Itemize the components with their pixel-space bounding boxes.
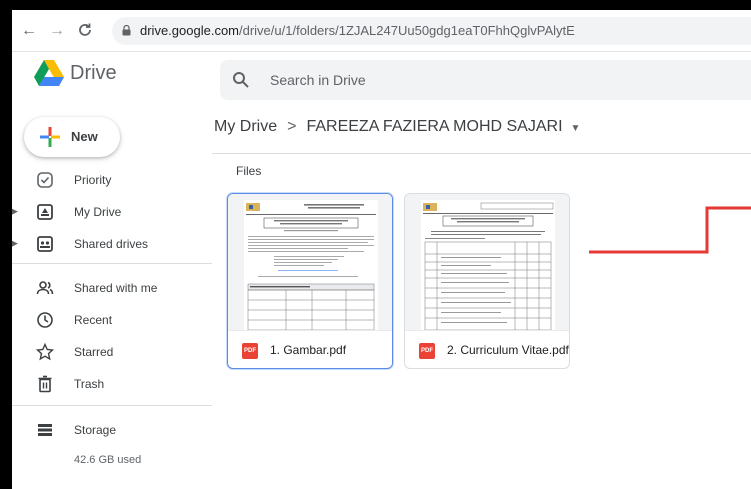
priority-icon (37, 172, 53, 188)
drive-brand[interactable]: Drive (70, 62, 117, 85)
file-card-gambar[interactable]: PDF 1. Gambar.pdf (227, 193, 393, 369)
storage-used-text: 42.6 GB used (74, 454, 142, 466)
shared-with-me-icon (36, 281, 54, 295)
sidebar-item-label: Recent (74, 313, 113, 327)
file-card-footer: PDF 1. Gambar.pdf (228, 330, 392, 368)
storage-icon (38, 424, 52, 436)
expand-caret-icon[interactable]: ▶ (12, 238, 18, 249)
lock-icon (122, 25, 131, 36)
sidebar-item-label: Trash (74, 377, 105, 391)
content-divider (212, 153, 751, 154)
sidebar-item-label: Starred (74, 345, 114, 359)
sidebar-item-label: My Drive (74, 205, 122, 219)
sidebar-item-starred[interactable]: Starred (12, 338, 212, 366)
browser-address-bar: ← → drive.google.com/drive/u/1/folders/1… (12, 10, 751, 52)
expand-caret-icon[interactable]: ▶ (12, 206, 18, 217)
annotation-arrow-line (589, 206, 751, 254)
breadcrumb-root[interactable]: My Drive (214, 118, 277, 135)
sidebar-item-recent[interactable]: Recent (12, 306, 212, 334)
sidebar-item-label: Shared with me (74, 281, 158, 295)
shared-drives-icon (37, 236, 53, 252)
plus-icon (40, 127, 60, 147)
pdf-file-icon: PDF (419, 343, 435, 359)
sidebar-item-my-drive[interactable]: ▶ My Drive (12, 198, 212, 226)
pdf-file-icon: PDF (242, 343, 258, 359)
chevron-right-icon: > (287, 118, 297, 135)
star-icon (36, 343, 54, 361)
sidebar-item-storage[interactable]: Storage (12, 416, 212, 444)
back-arrow-icon[interactable]: ← (20, 22, 38, 40)
search-icon[interactable] (232, 71, 250, 89)
sidebar-item-shared-with-me[interactable]: Shared with me (12, 274, 212, 302)
file-name: 2. Curriculum Vitae.pdf (447, 343, 569, 357)
breadcrumb-current[interactable]: FAREEZA FAZIERA MOHD SAJARI (306, 118, 562, 135)
sidebar-item-priority[interactable]: Priority (12, 166, 212, 194)
pdf-preview-image (421, 200, 555, 330)
dropdown-arrow-icon[interactable]: ▼ (571, 123, 581, 134)
sidebar-divider (12, 405, 212, 406)
drive-logo-icon[interactable] (34, 60, 64, 86)
file-thumbnail (228, 194, 392, 330)
sidebar-item-shared-drives[interactable]: ▶ Shared drives (12, 230, 212, 258)
sidebar-item-label: Shared drives (74, 237, 149, 251)
new-button[interactable]: New (24, 117, 120, 157)
file-thumbnail (405, 194, 569, 330)
sidebar-item-trash[interactable]: Trash (12, 370, 212, 398)
url-path: /drive/u/1/folders/1ZJAL247Uu50gdg1eaT0F… (239, 23, 575, 38)
recent-icon (37, 312, 53, 328)
url-field[interactable]: drive.google.com/drive/u/1/folders/1ZJAL… (112, 17, 751, 45)
files-section-label: Files (236, 164, 262, 178)
sidebar-divider (12, 263, 212, 264)
new-button-label: New (71, 129, 98, 144)
breadcrumb: My Drive > FAREEZA FAZIERA MOHD SAJARI ▼ (214, 118, 580, 136)
pdf-preview-image (244, 200, 378, 330)
url-text: drive.google.com/drive/u/1/folders/1ZJAL… (140, 23, 575, 38)
reload-icon[interactable] (76, 22, 94, 40)
forward-arrow-icon[interactable]: → (48, 22, 66, 40)
file-card-curriculum-vitae[interactable]: PDF 2. Curriculum Vitae.pdf (404, 193, 570, 369)
file-name: 1. Gambar.pdf (270, 343, 347, 357)
sidebar-item-label: Storage (74, 423, 117, 437)
search-input[interactable]: Search in Drive (270, 72, 366, 88)
file-card-footer: PDF 2. Curriculum Vitae.pdf (405, 330, 569, 368)
screen: ← → drive.google.com/drive/u/1/folders/1… (12, 10, 751, 489)
sidebar-item-label: Priority (74, 173, 112, 187)
my-drive-icon (37, 204, 53, 220)
trash-icon (38, 375, 52, 393)
search-bar[interactable]: Search in Drive (220, 60, 751, 100)
url-host: drive.google.com (140, 23, 239, 38)
